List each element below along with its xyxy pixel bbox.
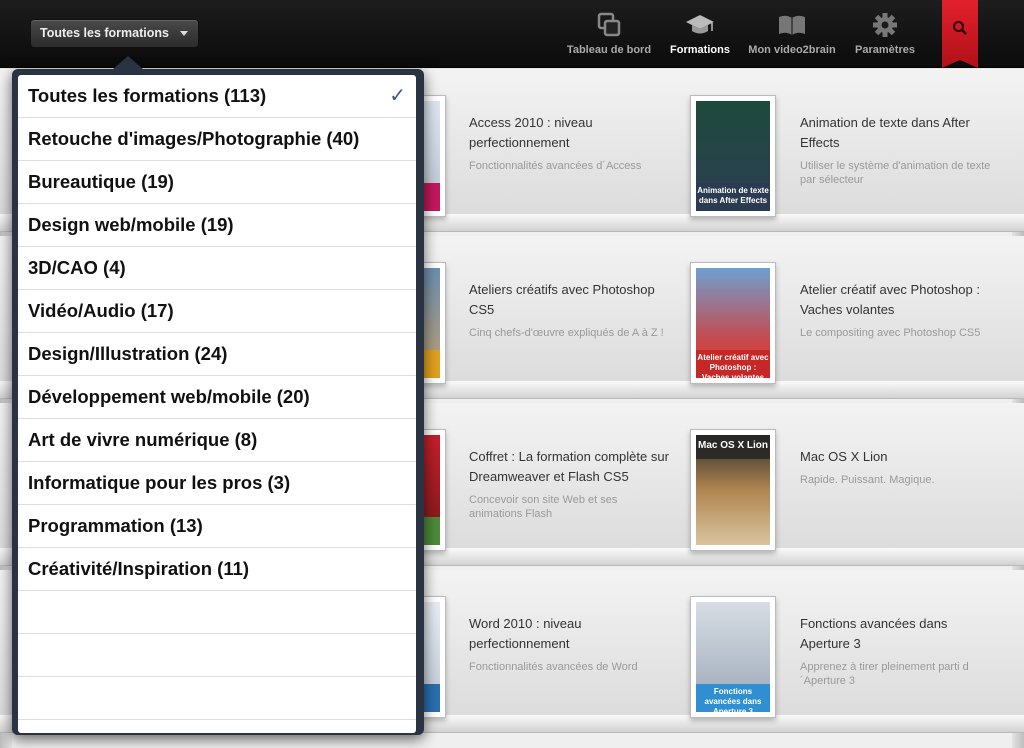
nav-label: Mon video2brain xyxy=(748,44,836,56)
category-dropdown-button[interactable]: Toutes les formations xyxy=(30,19,199,48)
category-item-design-illustration[interactable]: Design/Illustration (24) xyxy=(18,333,416,376)
category-item-retouche[interactable]: Retouche d'images/Photographie (40) xyxy=(18,118,416,161)
course-description: Fonctionnalités avancées d´Access xyxy=(469,160,642,172)
book-icon xyxy=(779,15,805,35)
cover-caption: Mac OS X Lion xyxy=(696,435,770,459)
search-icon xyxy=(953,21,967,35)
caret-down-icon xyxy=(180,31,188,36)
empty-row xyxy=(18,677,416,720)
category-item-bureautique[interactable]: Bureautique (19) xyxy=(18,161,416,204)
course-card[interactable]: Word 2010 : niveau perfectionnement Fonc… xyxy=(469,614,669,674)
course-title: Word 2010 : niveau perfectionnement xyxy=(469,616,582,651)
search-button[interactable] xyxy=(942,0,978,68)
category-label: Vidéo/Audio (17) xyxy=(28,300,174,321)
empty-row xyxy=(18,634,416,677)
category-label: 3D/CAO (4) xyxy=(28,257,126,278)
course-title: Fonctions avancées dans Aperture 3 xyxy=(800,616,948,651)
course-title: Coffret : La formation complète sur Drea… xyxy=(469,449,669,484)
course-card[interactable]: Ateliers créatifs avec Photoshop CS5 Cin… xyxy=(469,280,669,340)
course-title: Atelier créatif avec Photoshop : Vaches … xyxy=(800,282,980,317)
category-label: Programmation (13) xyxy=(28,515,203,536)
category-item-creativite[interactable]: Créativité/Inspiration (11) xyxy=(18,548,416,591)
cover-caption: Fonctions avancées dans Aperture 3 xyxy=(696,684,770,712)
category-item-toutes[interactable]: Toutes les formations (113) ✓ xyxy=(18,75,416,118)
course-card[interactable]: Mac OS X Lion Rapide. Puissant. Magique. xyxy=(800,447,1000,487)
nav-label: Tableau de bord xyxy=(566,44,652,56)
empty-row xyxy=(18,591,416,634)
course-cover[interactable]: Atelier créatif avec Photoshop : Vaches … xyxy=(690,262,776,384)
course-title: Mac OS X Lion xyxy=(800,449,888,464)
course-description: Fonctionnalités avancées de Word xyxy=(469,661,638,673)
category-item-art-de-vivre[interactable]: Art de vivre numérique (8) xyxy=(18,419,416,462)
course-card[interactable]: Atelier créatif avec Photoshop : Vaches … xyxy=(800,280,1000,340)
nav-tableau-de-bord[interactable]: Tableau de bord xyxy=(563,0,655,68)
course-cover[interactable]: Fonctions avancées dans Aperture 3 xyxy=(690,596,776,718)
course-description: Concevoir son site Web et ses animations… xyxy=(469,494,618,520)
category-label: Bureautique (19) xyxy=(28,171,174,192)
dashboard-icon xyxy=(597,12,621,37)
category-label: Créativité/Inspiration (11) xyxy=(28,558,250,579)
category-label: Design web/mobile (19) xyxy=(28,214,234,235)
nav-label: Paramètres xyxy=(855,44,915,56)
course-title: Ateliers créatifs avec Photoshop CS5 xyxy=(469,282,655,317)
course-description: Utiliser le système d'animation de texte… xyxy=(800,160,991,186)
category-button-label: Toutes les formations xyxy=(40,26,169,40)
cover-caption: Animation de texte dans After Effects xyxy=(696,183,770,211)
course-description: Le compositing avec Photoshop CS5 xyxy=(800,327,981,339)
course-cover[interactable]: Mac OS X Lion xyxy=(690,429,776,551)
nav-label: Formations xyxy=(670,44,730,56)
nav-mon-video2brain[interactable]: Mon video2brain xyxy=(745,0,839,68)
course-description: Rapide. Puissant. Magique. xyxy=(800,474,935,486)
category-item-video-audio[interactable]: Vidéo/Audio (17) xyxy=(18,290,416,333)
category-label: Retouche d'images/Photographie (40) xyxy=(28,128,360,149)
category-label: Informatique pour les pros (3) xyxy=(28,472,291,493)
category-item-programmation[interactable]: Programmation (13) xyxy=(18,505,416,548)
category-item-informatique-pros[interactable]: Informatique pour les pros (3) xyxy=(18,462,416,505)
course-description: Apprenez à tirer pleinement parti d´Aper… xyxy=(800,661,969,687)
course-description: Cinq chefs-d'œuvre expliqués de A à Z ! xyxy=(469,327,664,339)
category-item-design-web[interactable]: Design web/mobile (19) xyxy=(18,204,416,247)
course-card[interactable]: Coffret : La formation complète sur Drea… xyxy=(469,447,669,521)
category-label: Toutes les formations (113) xyxy=(28,85,267,106)
course-card[interactable]: Animation de texte dans After Effects Ut… xyxy=(800,113,1000,187)
graduation-cap-icon xyxy=(686,15,714,34)
nav-formations[interactable]: Formations xyxy=(667,0,733,68)
category-list: Toutes les formations (113) ✓ Retouche d'… xyxy=(18,75,416,733)
category-label: Design/Illustration (24) xyxy=(28,343,228,364)
course-card[interactable]: Fonctions avancées dans Aperture 3 Appre… xyxy=(800,614,1000,688)
nav-parametres[interactable]: Paramètres xyxy=(850,0,920,68)
popover-arrow xyxy=(112,56,144,70)
category-item-3d-cao[interactable]: 3D/CAO (4) xyxy=(18,247,416,290)
category-item-developpement[interactable]: Développement web/mobile (20) xyxy=(18,376,416,419)
category-label: Développement web/mobile (20) xyxy=(28,386,310,407)
course-title: Animation de texte dans After Effects xyxy=(800,115,970,150)
category-label: Art de vivre numérique (8) xyxy=(28,429,258,450)
course-title: Access 2010 : niveau perfectionnement xyxy=(469,115,593,150)
gear-icon xyxy=(873,13,897,37)
course-card[interactable]: Access 2010 : niveau perfectionnement Fo… xyxy=(469,113,669,173)
checkmark-icon: ✓ xyxy=(389,85,406,107)
top-toolbar: Toutes les formations Tableau de bord Fo… xyxy=(0,0,1024,68)
cover-caption: Atelier créatif avec Photoshop : Vaches … xyxy=(696,350,770,378)
course-cover[interactable]: Animation de texte dans After Effects xyxy=(690,95,776,217)
category-popover: Toutes les formations (113) ✓ Retouche d'… xyxy=(12,56,424,735)
